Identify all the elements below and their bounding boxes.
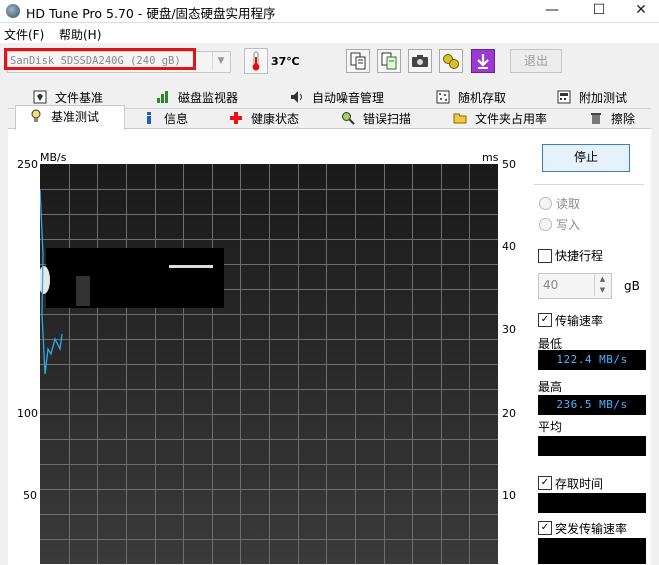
options-icon — [443, 54, 459, 69]
tab-label: 磁盘监视器 — [178, 91, 239, 105]
tab-label: 基准测试 — [51, 110, 100, 124]
tab-label: 文件基准 — [55, 91, 104, 105]
tab-label: 错误扫描 — [363, 112, 412, 126]
minimize-button[interactable]: — — [533, 0, 571, 22]
tab-label: 自动噪音管理 — [312, 91, 385, 105]
tab-benchmark[interactable]: 基准测试 — [29, 108, 99, 127]
tab-health[interactable]: 健康状态 — [229, 110, 299, 129]
tab-folder-usage[interactable]: 文件夹占用率 — [453, 110, 547, 129]
obscured-region — [46, 248, 224, 308]
save-icon — [477, 54, 489, 69]
window-title: HD Tune Pro 5.70 - 硬盘/固态硬盘实用程序 — [26, 6, 276, 21]
screenshot-button[interactable] — [408, 49, 432, 73]
y-tick-left: 250 — [17, 158, 38, 171]
quick-stroke-label: 快捷行程 — [555, 249, 604, 263]
menu-help[interactable]: 帮助(H) — [59, 26, 101, 43]
quick-stroke-checkbox[interactable] — [538, 249, 552, 263]
write-label: 写入 — [556, 218, 581, 232]
access-time-value — [538, 493, 646, 513]
obscured-line — [169, 265, 213, 268]
copy-info-button[interactable] — [346, 49, 370, 73]
magnifier-icon — [341, 111, 355, 125]
y-tick-right: 20 — [502, 407, 516, 420]
burst-rate-value — [538, 538, 646, 564]
speaker-icon — [290, 90, 304, 104]
tab-label: 信息 — [164, 112, 189, 126]
tab-extra-tests[interactable]: 附加测试 — [557, 89, 627, 108]
red-cross-icon — [229, 111, 243, 125]
copy-text-button[interactable] — [377, 49, 401, 73]
calculator-icon — [557, 90, 571, 104]
transfer-rate-label: 传输速率 — [555, 314, 604, 328]
menu-file[interactable]: 文件(F) — [4, 26, 44, 43]
highlight-box — [4, 48, 196, 70]
write-radio[interactable] — [539, 218, 552, 231]
close-button[interactable]: ✕ — [622, 0, 659, 22]
maximize-button[interactable]: ☐ — [580, 0, 618, 22]
transfer-rate-checkbox[interactable]: ✓ — [538, 313, 552, 327]
thermometer-icon — [252, 51, 260, 71]
maximum-value: 236.5 MB/s — [538, 395, 646, 415]
y-tick-left: 100 — [17, 407, 38, 420]
obscured-region — [76, 276, 90, 306]
y-axis-unit-right: ms — [482, 151, 499, 164]
camera-icon — [412, 55, 428, 67]
tab-label: 随机存取 — [458, 91, 507, 105]
average-value — [538, 436, 646, 456]
save-button[interactable] — [471, 49, 495, 73]
spinner-arrows[interactable]: ▲ ▼ — [594, 274, 610, 296]
average-label: 平均 — [538, 420, 563, 434]
file-benchmark-icon — [33, 90, 47, 104]
y-axis-unit-left: MB/s — [40, 151, 67, 164]
tab-label: 文件夹占用率 — [475, 112, 548, 126]
y-tick-right: 40 — [502, 240, 516, 253]
info-icon — [142, 111, 156, 125]
tab-random-access[interactable]: 随机存取 — [436, 89, 506, 108]
options-button[interactable] — [439, 49, 463, 73]
tab-info[interactable]: 信息 — [142, 110, 188, 129]
y-tick-left: 50 — [23, 489, 37, 502]
y-tick-right: 30 — [502, 323, 516, 336]
chevron-down-icon[interactable]: ▼ — [212, 52, 229, 70]
copy-info-icon — [350, 52, 366, 70]
read-radio[interactable] — [539, 197, 552, 210]
benchmark-chart — [40, 164, 498, 564]
folder-icon — [453, 111, 467, 125]
dots-grid-icon — [436, 90, 450, 104]
trash-icon — [589, 111, 603, 125]
burst-rate-label: 突发传输速率 — [555, 522, 628, 536]
stop-button[interactable]: 停止 — [542, 144, 630, 172]
tab-label: 附加测试 — [579, 91, 628, 105]
minimum-value: 122.4 MB/s — [538, 350, 646, 370]
access-time-checkbox[interactable]: ✓ — [538, 476, 552, 490]
tab-label: 擦除 — [611, 112, 636, 126]
bar-chart-icon — [156, 90, 170, 104]
thermometer-button[interactable] — [244, 48, 268, 74]
tab-aam[interactable]: 自动噪音管理 — [290, 89, 384, 108]
tab-disk-monitor[interactable]: 磁盘监视器 — [156, 89, 238, 108]
temperature-value: 37℃ — [271, 55, 300, 68]
copy-text-icon — [381, 52, 397, 70]
burst-rate-checkbox[interactable]: ✓ — [538, 521, 552, 535]
read-label: 读取 — [556, 197, 581, 211]
tab-label: 健康状态 — [251, 112, 300, 126]
quick-stroke-unit: gB — [624, 279, 640, 293]
maximum-label: 最高 — [538, 380, 563, 394]
tab-error-scan[interactable]: 错误扫描 — [341, 110, 411, 129]
separator — [534, 184, 644, 185]
y-tick-right: 50 — [502, 158, 516, 171]
access-time-label: 存取时间 — [555, 477, 604, 491]
tab-erase[interactable]: 擦除 — [589, 110, 635, 129]
app-icon — [6, 4, 20, 18]
exit-button[interactable]: 退出 — [510, 49, 562, 73]
quick-stroke-value: 40 — [543, 278, 559, 292]
y-tick-right: 10 — [502, 489, 516, 502]
lightbulb-icon — [29, 109, 43, 123]
